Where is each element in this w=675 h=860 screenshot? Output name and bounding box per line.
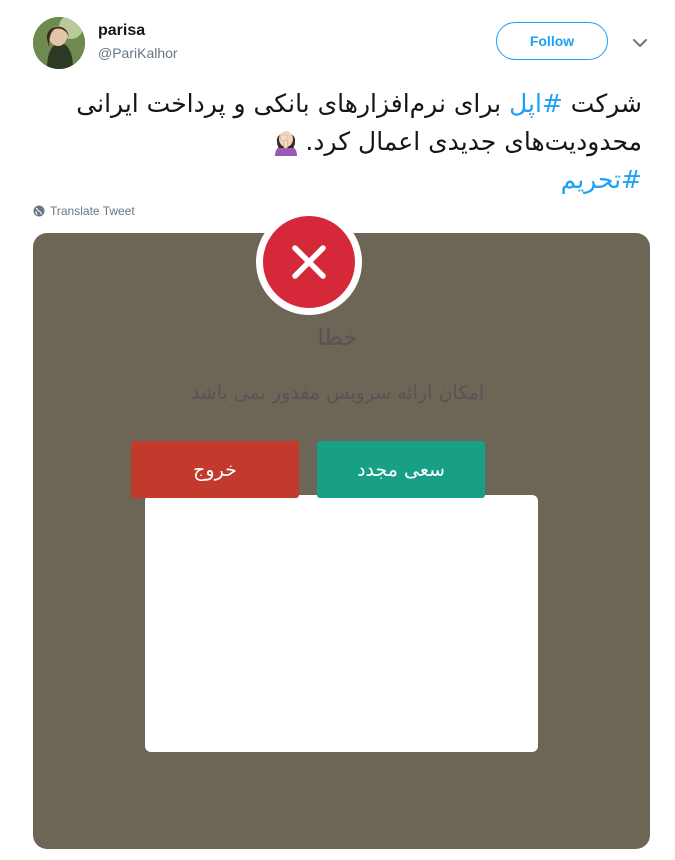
close-x-icon <box>292 245 326 279</box>
globe-icon <box>33 205 45 217</box>
error-dialog <box>145 495 538 752</box>
hashtag-link-sanctions[interactable]: #تحریم <box>561 165 642 194</box>
user-handle[interactable]: @PariKalhor <box>98 45 178 61</box>
tweet-text-segment: برای نرم‌افزارهای بانکی و پرداخت ایرانی <box>76 89 510 118</box>
error-badge-circle <box>263 216 355 308</box>
chevron-down-icon[interactable] <box>632 36 648 50</box>
translate-tweet-link[interactable]: Translate Tweet <box>33 204 135 218</box>
dialog-message: امکان ارائه سرویس مقدور نمی باشد <box>190 382 485 404</box>
exit-button[interactable]: خروج <box>131 441 299 498</box>
tweet-text: شرکت #اپل برای نرم‌افزارهای بانکی و پردا… <box>32 85 642 199</box>
tweet-text-segment: شرکت <box>562 89 642 118</box>
tweet-text-segment: محدودیت‌های جدیدی اعمال کرد. <box>305 127 642 156</box>
translate-tweet-label: Translate Tweet <box>50 204 135 218</box>
tweet-line-3: #تحریم <box>32 161 642 199</box>
user-name[interactable]: parisa <box>98 22 145 40</box>
tweet-line-2: محدودیت‌های جدیدی اعمال کرد. <box>32 123 642 161</box>
avatar[interactable] <box>33 17 85 69</box>
profile-photo-icon <box>33 17 85 69</box>
hashtag-link-apple[interactable]: #اپل <box>509 89 563 118</box>
follow-button[interactable]: Follow <box>496 22 608 60</box>
error-badge <box>256 209 362 315</box>
dialog-title: خطا <box>317 325 358 351</box>
retry-button[interactable]: سعی مجدد <box>317 441 485 498</box>
woman-facepalming-emoji-icon <box>275 131 298 156</box>
tweet-line-1: شرکت #اپل برای نرم‌افزارهای بانکی و پردا… <box>32 85 642 123</box>
